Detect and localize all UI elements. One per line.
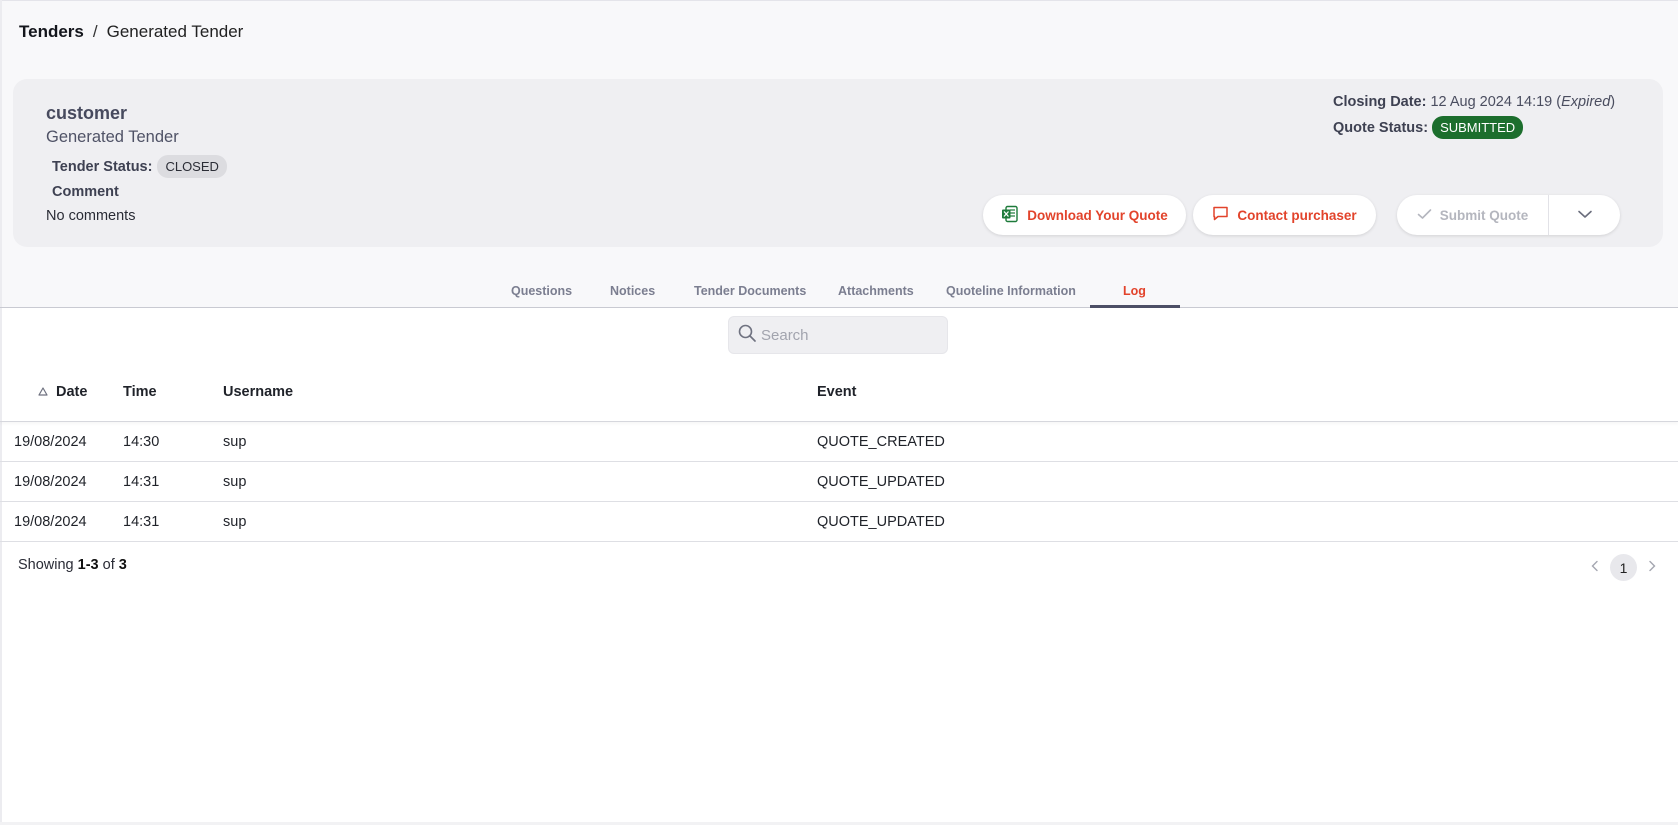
contact-purchaser-label: Contact purchaser [1237,207,1357,223]
pagination: 1 [1590,554,1657,581]
quote-status-label: Quote Status: [1333,119,1429,136]
showing-range: 1-3 [77,557,99,573]
quote-status-badge: SUBMITTED [1432,116,1524,139]
showing-total: 3 [118,557,127,573]
showing-prefix: Showing [18,557,74,573]
closing-date-value: 12 Aug 2024 14:19 [1430,94,1553,110]
cell-username: sup [223,514,247,530]
page-button-1[interactable]: 1 [1610,554,1637,581]
search-input[interactable] [761,326,941,344]
submit-quote-button[interactable]: Submit Quote [1397,195,1549,235]
sort-ascending-icon [38,384,48,400]
breadcrumb-tenders-link[interactable]: Tenders [19,22,84,42]
table-row: 19/08/2024 14:31 sup QUOTE_UPDATED [0,502,1678,542]
chevron-down-icon [1577,206,1593,224]
tab-log[interactable]: Log [1123,284,1146,298]
submit-quote-split-button: Submit Quote [1397,195,1620,235]
contact-purchaser-button[interactable]: Contact purchaser [1193,195,1376,235]
closing-date-row: Closing Date: 12 Aug 2024 14:19 (Expired… [1333,94,1615,110]
download-quote-button[interactable]: Download Your Quote [983,195,1186,235]
cell-event: QUOTE_CREATED [817,434,945,450]
column-header-time[interactable]: Time [123,384,157,400]
cell-date: 19/08/2024 [14,514,87,530]
submit-quote-label: Submit Quote [1439,207,1529,223]
closing-date-label: Closing Date: [1333,94,1427,110]
cell-event: QUOTE_UPDATED [817,514,945,530]
cell-date: 19/08/2024 [14,474,87,490]
tab-quoteline-information[interactable]: Quoteline Information [946,284,1076,298]
breadcrumb: Tenders / Generated Tender [19,22,243,42]
table-row: 19/08/2024 14:30 sup QUOTE_CREATED [0,422,1678,462]
cell-date: 19/08/2024 [14,434,87,450]
tender-status-badge: CLOSED [157,155,227,178]
tender-status-row: Tender Status: CLOSED [52,155,227,178]
breadcrumb-separator: / [92,22,98,41]
closing-state: Expired [1561,94,1611,110]
cell-username: sup [223,434,247,450]
closing-close-paren: ) [1610,94,1616,110]
search-icon [737,323,757,348]
column-header-event[interactable]: Event [817,384,857,400]
tender-summary-card: customer Generated Tender Tender Status:… [13,79,1663,247]
active-tab-indicator [1090,305,1180,308]
breadcrumb-current: Generated Tender [106,22,244,41]
comment-label: Comment [52,184,119,200]
column-header-username[interactable]: Username [223,384,293,400]
tab-attachments[interactable]: Attachments [838,284,914,298]
tab-questions[interactable]: Questions [511,284,572,298]
comment-text: No comments [46,208,136,224]
pagination-summary: Showing 1-3 of 3 [18,557,127,573]
column-header-date-label: Date [56,384,88,400]
cell-time: 14:31 [123,514,160,530]
tab-notices[interactable]: Notices [610,284,655,298]
more-actions-button[interactable] [1549,195,1620,235]
customer-name: customer [46,103,128,123]
chevron-left-icon[interactable] [1590,559,1600,577]
chevron-right-icon[interactable] [1647,559,1657,577]
excel-file-icon [1001,205,1019,226]
cell-event: QUOTE_UPDATED [817,474,945,490]
chat-bubble-icon [1212,205,1229,225]
log-table-header: Date Time Username Event [0,370,1678,422]
showing-of: of [102,557,115,573]
quote-status-row: Quote Status: SUBMITTED [1333,116,1524,139]
tab-bar: Questions Notices Tender Documents Attac… [0,270,1678,308]
cell-time: 14:31 [123,474,160,490]
checkmark-icon [1417,208,1432,223]
cell-time: 14:30 [123,434,160,450]
download-quote-label: Download Your Quote [1027,207,1168,223]
tender-status-label: Tender Status: [52,158,153,175]
tab-tender-documents[interactable]: Tender Documents [694,284,806,298]
tender-title: Generated Tender [46,128,179,146]
cell-username: sup [223,474,247,490]
table-row: 19/08/2024 14:31 sup QUOTE_UPDATED [0,462,1678,502]
column-header-date[interactable]: Date [38,384,87,400]
search-box [728,316,948,354]
